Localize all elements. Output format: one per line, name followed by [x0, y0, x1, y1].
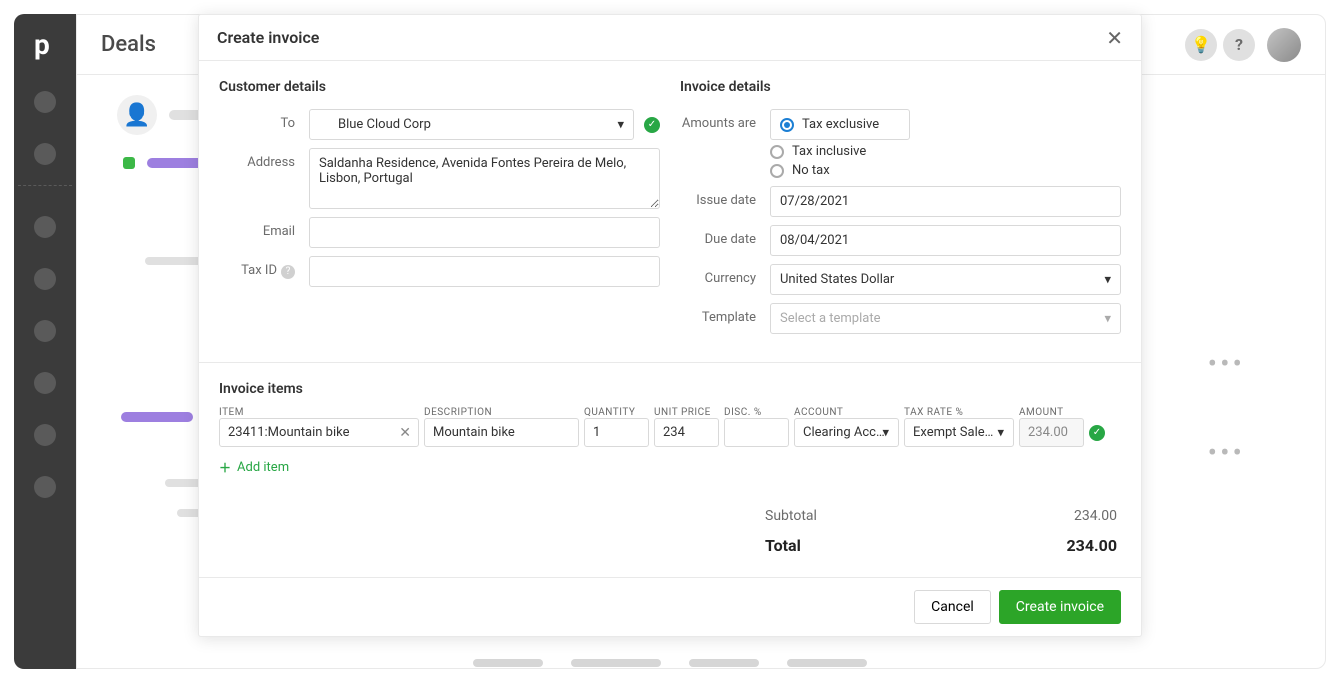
template-label: Template — [680, 303, 770, 325]
radio-tax-inclusive[interactable]: Tax inclusive — [770, 144, 910, 159]
taxid-label: Tax ID? — [219, 256, 309, 279]
bulb-icon[interactable]: 💡 — [1185, 29, 1217, 61]
th-description: DESCRIPTION — [424, 407, 579, 418]
issue-date-input[interactable] — [770, 186, 1121, 217]
email-input[interactable] — [309, 217, 660, 248]
tax-rate-select[interactable]: Exempt Sale…▾ — [904, 418, 1014, 447]
th-quantity: QUANTITY — [584, 407, 649, 418]
more-menu-icon[interactable]: ••• — [1208, 436, 1245, 469]
skeleton — [121, 412, 193, 422]
chevron-down-icon: ▾ — [882, 425, 889, 440]
chevron-down-icon: ▾ — [1104, 311, 1111, 326]
more-menu-icon[interactable]: ••• — [1208, 347, 1245, 380]
amount-display — [1019, 418, 1084, 447]
issue-date-label: Issue date — [680, 186, 770, 208]
address-textarea[interactable]: Saldanha Residence, Avenida Fontes Perei… — [309, 148, 660, 209]
sidebar-nav-item[interactable] — [34, 268, 56, 290]
page-title: Deals — [101, 32, 156, 57]
row-check-icon: ✓ — [1089, 425, 1105, 441]
status-dot — [123, 157, 135, 169]
sidebar-nav-item[interactable] — [34, 320, 56, 342]
th-tax-rate: TAX RATE % — [904, 407, 1014, 418]
bottom-nav-skeleton — [473, 659, 867, 667]
create-invoice-button[interactable]: Create invoice — [999, 590, 1121, 624]
radio-no-tax[interactable]: No tax — [770, 163, 910, 178]
to-label: To — [219, 109, 309, 131]
unit-price-input[interactable] — [654, 418, 719, 447]
radio-tax-exclusive[interactable]: Tax exclusive — [770, 109, 910, 140]
logo-icon: p — [28, 28, 62, 61]
add-item-button[interactable]: ＋ Add item — [219, 459, 289, 476]
due-date-input[interactable] — [770, 225, 1121, 256]
sidebar: p — [14, 14, 76, 669]
sidebar-nav-item[interactable] — [34, 424, 56, 446]
address-label: Address — [219, 148, 309, 170]
chevron-down-icon: ▾ — [997, 425, 1004, 440]
discount-input[interactable] — [724, 418, 789, 447]
due-date-label: Due date — [680, 225, 770, 247]
invoice-items-title: Invoice items — [219, 381, 1121, 397]
sidebar-nav-item[interactable] — [34, 216, 56, 238]
avatar[interactable] — [1267, 28, 1301, 62]
th-account: ACCOUNT — [794, 407, 899, 418]
item-row: ✕ Clearing Acc…▾ Exempt Sale…▾ ✓ — [219, 418, 1121, 447]
sidebar-nav-item[interactable] — [34, 372, 56, 394]
th-item: ITEM — [219, 407, 419, 418]
chevron-down-icon: ▾ — [1104, 272, 1111, 287]
close-icon[interactable]: ✕ — [1106, 28, 1123, 48]
th-unit-price: UNIT PRICE — [654, 407, 719, 418]
invoice-section-title: Invoice details — [680, 79, 1121, 95]
account-select[interactable]: Clearing Acc…▾ — [794, 418, 899, 447]
modal-title: Create invoice — [217, 28, 319, 47]
amounts-are-label: Amounts are — [680, 109, 770, 131]
item-input[interactable] — [219, 418, 419, 447]
customer-section-title: Customer details — [219, 79, 660, 95]
sidebar-nav-item[interactable] — [34, 91, 56, 113]
chevron-down-icon: ▾ — [617, 117, 624, 132]
create-invoice-modal: Create invoice ✕ Customer details To 🏢 B… — [198, 14, 1142, 637]
currency-label: Currency — [680, 264, 770, 286]
quantity-input[interactable] — [584, 418, 649, 447]
description-input[interactable] — [424, 418, 579, 447]
to-select[interactable]: Blue Cloud Corp ▾ — [309, 109, 634, 140]
total-value: 234.00 — [1066, 536, 1117, 555]
template-select[interactable]: Select a template ▾ — [770, 303, 1121, 334]
clear-item-icon[interactable]: ✕ — [399, 425, 411, 441]
subtotal-value: 234.00 — [1074, 508, 1117, 524]
person-icon: 👤 — [117, 95, 157, 135]
divider — [18, 185, 72, 186]
sidebar-nav-item[interactable] — [34, 143, 56, 165]
plus-icon: ＋ — [219, 459, 231, 476]
currency-select[interactable]: United States Dollar ▾ — [770, 264, 1121, 295]
sidebar-nav-item[interactable] — [34, 476, 56, 498]
th-disc: DISC. % — [724, 407, 789, 418]
email-label: Email — [219, 217, 309, 239]
taxid-input[interactable] — [309, 256, 660, 287]
subtotal-label: Subtotal — [765, 508, 817, 524]
check-icon: ✓ — [644, 117, 660, 133]
help-icon[interactable]: ? — [1223, 29, 1255, 61]
th-amount: AMOUNT — [1019, 407, 1084, 418]
total-label: Total — [765, 536, 801, 555]
help-tooltip-icon[interactable]: ? — [281, 265, 295, 279]
cancel-button[interactable]: Cancel — [914, 590, 991, 624]
